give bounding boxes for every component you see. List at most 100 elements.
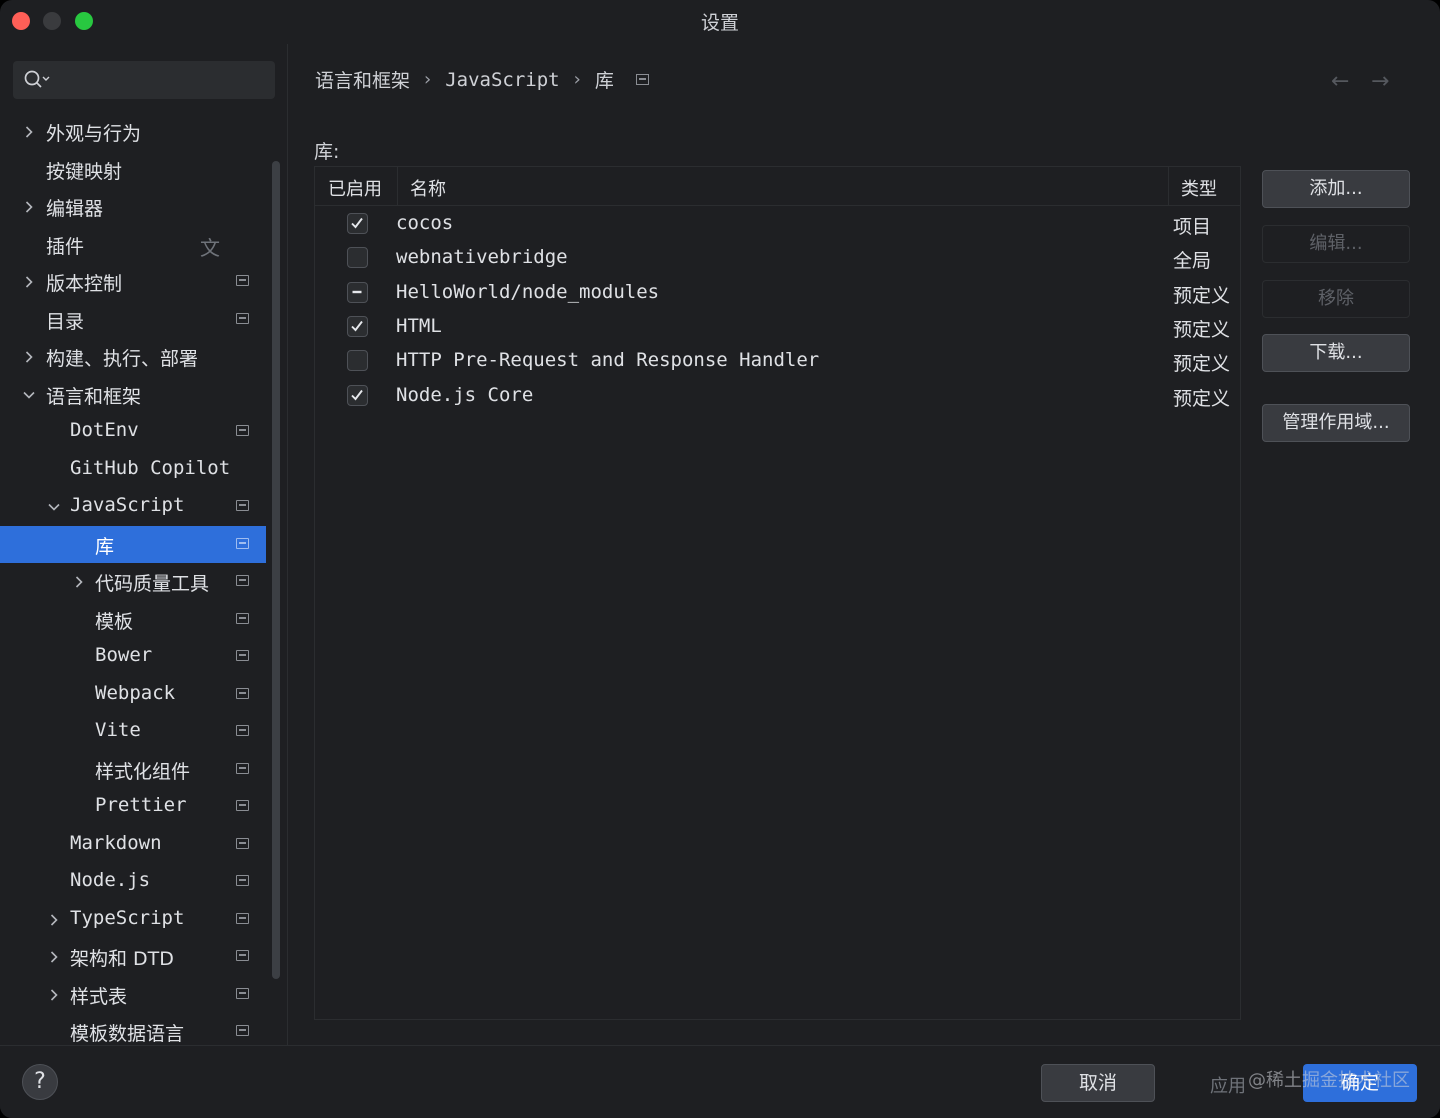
sidebar-item-label: TypeScript <box>70 906 185 929</box>
enabled-checkbox[interactable] <box>347 281 368 303</box>
sidebar-item[interactable]: JavaScript <box>0 488 266 526</box>
sidebar-item-label: 按键映射 <box>46 160 123 183</box>
sidebar-item-label: 架构和 DTD <box>70 948 174 970</box>
sidebar-item[interactable]: Node.js <box>0 863 266 901</box>
sidebar-item[interactable]: 库 <box>0 525 266 563</box>
enabled-checkbox[interactable] <box>347 384 368 406</box>
sidebar-scroll-thumb[interactable] <box>272 161 280 979</box>
sidebar-item-label: 插件 <box>46 235 85 258</box>
chevron-right-icon[interactable] <box>22 200 36 214</box>
project-icon <box>236 762 249 774</box>
chevron-right-icon[interactable] <box>47 913 61 927</box>
column-header-enabled[interactable]: 已启用 <box>328 175 382 201</box>
window-title: 设置 <box>700 12 739 34</box>
settings-content: 语言和框架 › JavaScript › 库 ← → 库: 已启用 名称 类型 … <box>289 44 1440 1045</box>
apply-button[interactable]: 应用 <box>1210 1072 1246 1098</box>
remove-library-button[interactable]: 移除 <box>1262 280 1410 318</box>
help-button[interactable]: ? <box>22 1064 58 1100</box>
sidebar-item-label: 目录 <box>46 310 85 333</box>
sidebar-item[interactable]: Vite <box>0 713 266 751</box>
sidebar-item[interactable]: 编辑器 <box>0 188 266 226</box>
table-row[interactable]: HelloWorld/node_modules 预定义 <box>315 276 1240 310</box>
chevron-right-icon[interactable] <box>47 988 61 1002</box>
breadcrumb-item-languages-frameworks[interactable]: 语言和框架 <box>315 66 410 93</box>
library-type: 预定义 <box>1173 284 1231 307</box>
breadcrumb-item-javascript[interactable]: JavaScript <box>445 69 559 91</box>
sidebar-item-label: Vite <box>95 719 141 741</box>
sidebar-item[interactable]: 模板 <box>0 601 266 639</box>
sidebar-item-label: 样式表 <box>70 985 128 1008</box>
table-row[interactable]: HTML 预定义 <box>315 310 1240 344</box>
library-name: HTTP Pre-Request and Response Handler <box>396 349 820 372</box>
sidebar-item[interactable]: 按键映射 <box>0 151 266 189</box>
sidebar-item[interactable]: TypeScript <box>0 901 266 939</box>
library-name: HTML <box>396 314 442 337</box>
column-header-type[interactable]: 类型 <box>1181 175 1217 201</box>
table-row[interactable]: webnativebridge 全局 <box>315 241 1240 275</box>
enabled-checkbox[interactable] <box>347 213 368 234</box>
table-row[interactable]: Node.js Core 预定义 <box>315 379 1240 413</box>
search-icon[interactable] <box>23 69 51 91</box>
sidebar-item[interactable]: Markdown <box>0 826 266 864</box>
settings-search-input[interactable] <box>13 61 275 99</box>
translate-icon: 文 <box>200 235 220 260</box>
sidebar-item[interactable]: GitHub Copilot <box>0 451 266 489</box>
project-icon <box>236 875 249 886</box>
add-library-button[interactable]: 添加... <box>1262 170 1410 208</box>
enabled-checkbox[interactable] <box>347 247 368 269</box>
enabled-checkbox[interactable] <box>347 350 368 372</box>
checkmark-icon <box>351 389 363 400</box>
project-icon <box>236 537 249 549</box>
sidebar-item[interactable]: 构建、执行、部署 <box>0 338 266 376</box>
sidebar-item[interactable]: 样式表 <box>0 976 266 1014</box>
sidebar-item-label: 模板数据语言 <box>70 1023 185 1045</box>
chevron-right-icon[interactable] <box>22 350 36 364</box>
cancel-button[interactable]: 取消 <box>1041 1064 1155 1102</box>
sidebar-item[interactable]: 样式化组件 <box>0 751 266 789</box>
sidebar-item-label: 外观与行为 <box>46 123 142 145</box>
project-icon <box>236 1025 249 1036</box>
sidebar-item[interactable]: 目录 <box>0 301 266 339</box>
sidebar-item[interactable]: Prettier <box>0 788 266 826</box>
sidebar-item[interactable]: 版本控制 <box>0 263 266 301</box>
chevron-right-icon[interactable] <box>22 275 36 289</box>
sidebar-scrollbar[interactable] <box>270 161 282 979</box>
sidebar-item-label: 样式化组件 <box>95 760 191 783</box>
table-row[interactable]: HTTP Pre-Request and Response Handler 预定义 <box>315 344 1240 378</box>
forward-arrow-icon[interactable]: → <box>1371 69 1389 94</box>
library-type: 预定义 <box>1173 353 1231 376</box>
chevron-right-icon[interactable] <box>22 125 36 139</box>
table-header: 已启用 名称 类型 <box>315 167 1240 206</box>
sidebar-item[interactable]: 插件 文 <box>0 226 266 264</box>
chevron-down-icon[interactable] <box>47 500 61 514</box>
breadcrumb: 语言和框架 › JavaScript › 库 <box>315 66 649 93</box>
sidebar-item-label: 代码质量工具 <box>95 573 210 595</box>
sidebar-item-label: 编辑器 <box>46 198 104 220</box>
chevron-right-icon[interactable] <box>47 950 61 964</box>
sidebar-item[interactable]: 语言和框架 <box>0 376 266 414</box>
enabled-checkbox[interactable] <box>347 315 368 337</box>
settings-window: 设置 外观与行为 按键映射 编辑器 插件文版本控制 目录 构建、执行、部署 语言和框架 Dot… <box>0 0 1440 1118</box>
sidebar-item[interactable]: Webpack <box>0 676 266 714</box>
chevron-right-icon[interactable] <box>72 575 86 589</box>
library-name: Node.js Core <box>396 383 534 406</box>
project-icon <box>236 612 249 624</box>
sidebar-item[interactable]: 外观与行为 <box>0 113 266 151</box>
column-header-name[interactable]: 名称 <box>410 175 446 201</box>
project-icon <box>236 800 249 811</box>
chevron-down-icon[interactable] <box>22 388 36 402</box>
project-icon <box>236 575 249 586</box>
sidebar-item[interactable]: 架构和 DTD <box>0 938 266 976</box>
table-row[interactable]: cocos 项目 <box>315 207 1240 241</box>
sidebar-item-label: Node.js <box>70 869 151 891</box>
back-arrow-icon[interactable]: ← <box>1331 69 1349 94</box>
sidebar-item[interactable]: Bower <box>0 638 266 676</box>
edit-library-button[interactable]: 编辑... <box>1262 225 1410 263</box>
sidebar-item-label: 模板 <box>95 610 134 633</box>
column-divider[interactable] <box>1168 167 1169 206</box>
column-divider[interactable] <box>397 167 398 206</box>
manage-scopes-button[interactable]: 管理作用域... <box>1262 404 1410 442</box>
sidebar-item[interactable]: 代码质量工具 <box>0 563 266 601</box>
sidebar-item[interactable]: DotEnv <box>0 413 266 451</box>
download-library-button[interactable]: 下载... <box>1262 334 1410 372</box>
